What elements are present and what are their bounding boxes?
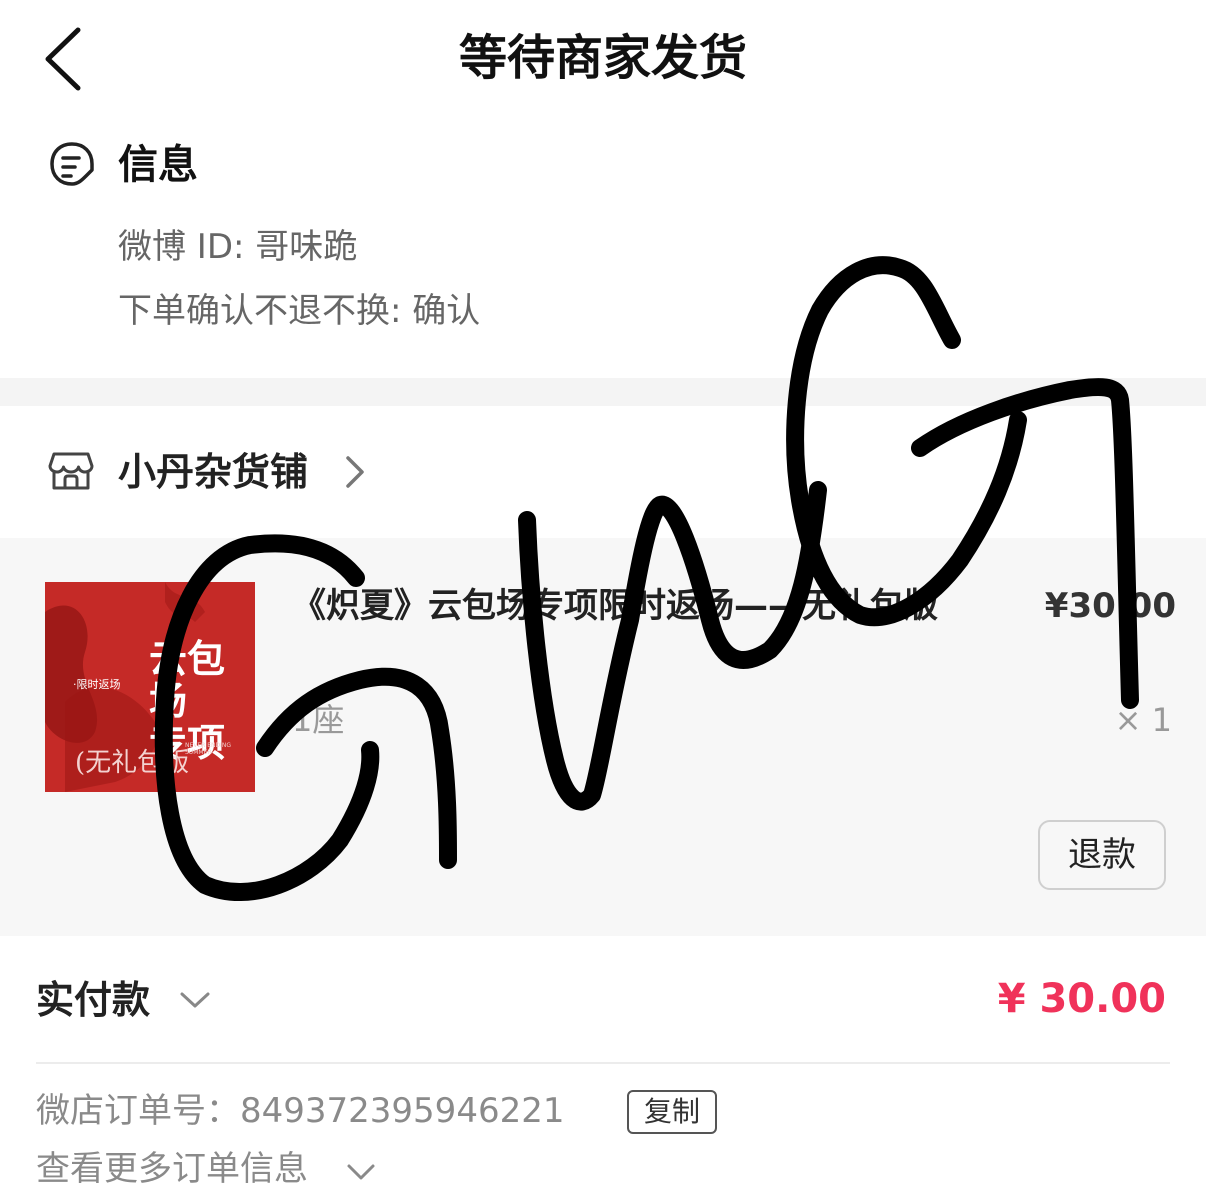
product-title[interactable]: 《炽夏》云包场专项限时返场——无礼包版 [292, 582, 1032, 630]
product-card[interactable]: 云包场 专项 ·限时返场 NEVER ENDING SUMMER (无礼包版 《炽… [0, 538, 1206, 936]
thumbnail-edition-text: (无礼包版 [75, 748, 190, 778]
more-order-info-link[interactable]: 查看更多订单信息 [36, 1146, 308, 1192]
info-section-title: 信息 [118, 142, 198, 188]
copy-order-number-button[interactable]: 复制 [627, 1090, 717, 1134]
order-number-text: 微店订单号：849372395946221 [36, 1091, 565, 1131]
page-title: 等待商家发货 [458, 30, 747, 86]
chevron-down-icon[interactable] [346, 1162, 376, 1182]
product-spec: 1座 [292, 701, 345, 739]
paid-amount-value: ¥ 30.00 [997, 976, 1166, 1022]
refund-button[interactable]: 退款 [1038, 820, 1166, 890]
weibo-id-text: 微博 ID: 哥味跪 [118, 227, 358, 267]
section-divider [0, 378, 1206, 406]
no-return-confirm-text: 下单确认不退不换: 确认 [118, 291, 481, 331]
chevron-right-icon[interactable] [340, 452, 368, 492]
thumbnail-tagline-text: NEVER ENDING SUMMER [185, 742, 232, 756]
product-price: ¥30.00 [1044, 586, 1176, 626]
divider [36, 1062, 1170, 1064]
chevron-down-icon[interactable] [178, 988, 212, 1012]
message-note-icon [50, 142, 94, 186]
product-quantity: × 1 [1114, 701, 1172, 739]
shop-name-link[interactable]: 小丹杂货铺 [118, 446, 308, 498]
product-thumbnail[interactable]: 云包场 专项 ·限时返场 NEVER ENDING SUMMER (无礼包版 [45, 582, 255, 792]
paid-amount-label[interactable]: 实付款 [36, 974, 150, 1026]
thumbnail-subtitle-text: ·限时返场 [73, 678, 121, 691]
storefront-icon [48, 452, 94, 490]
